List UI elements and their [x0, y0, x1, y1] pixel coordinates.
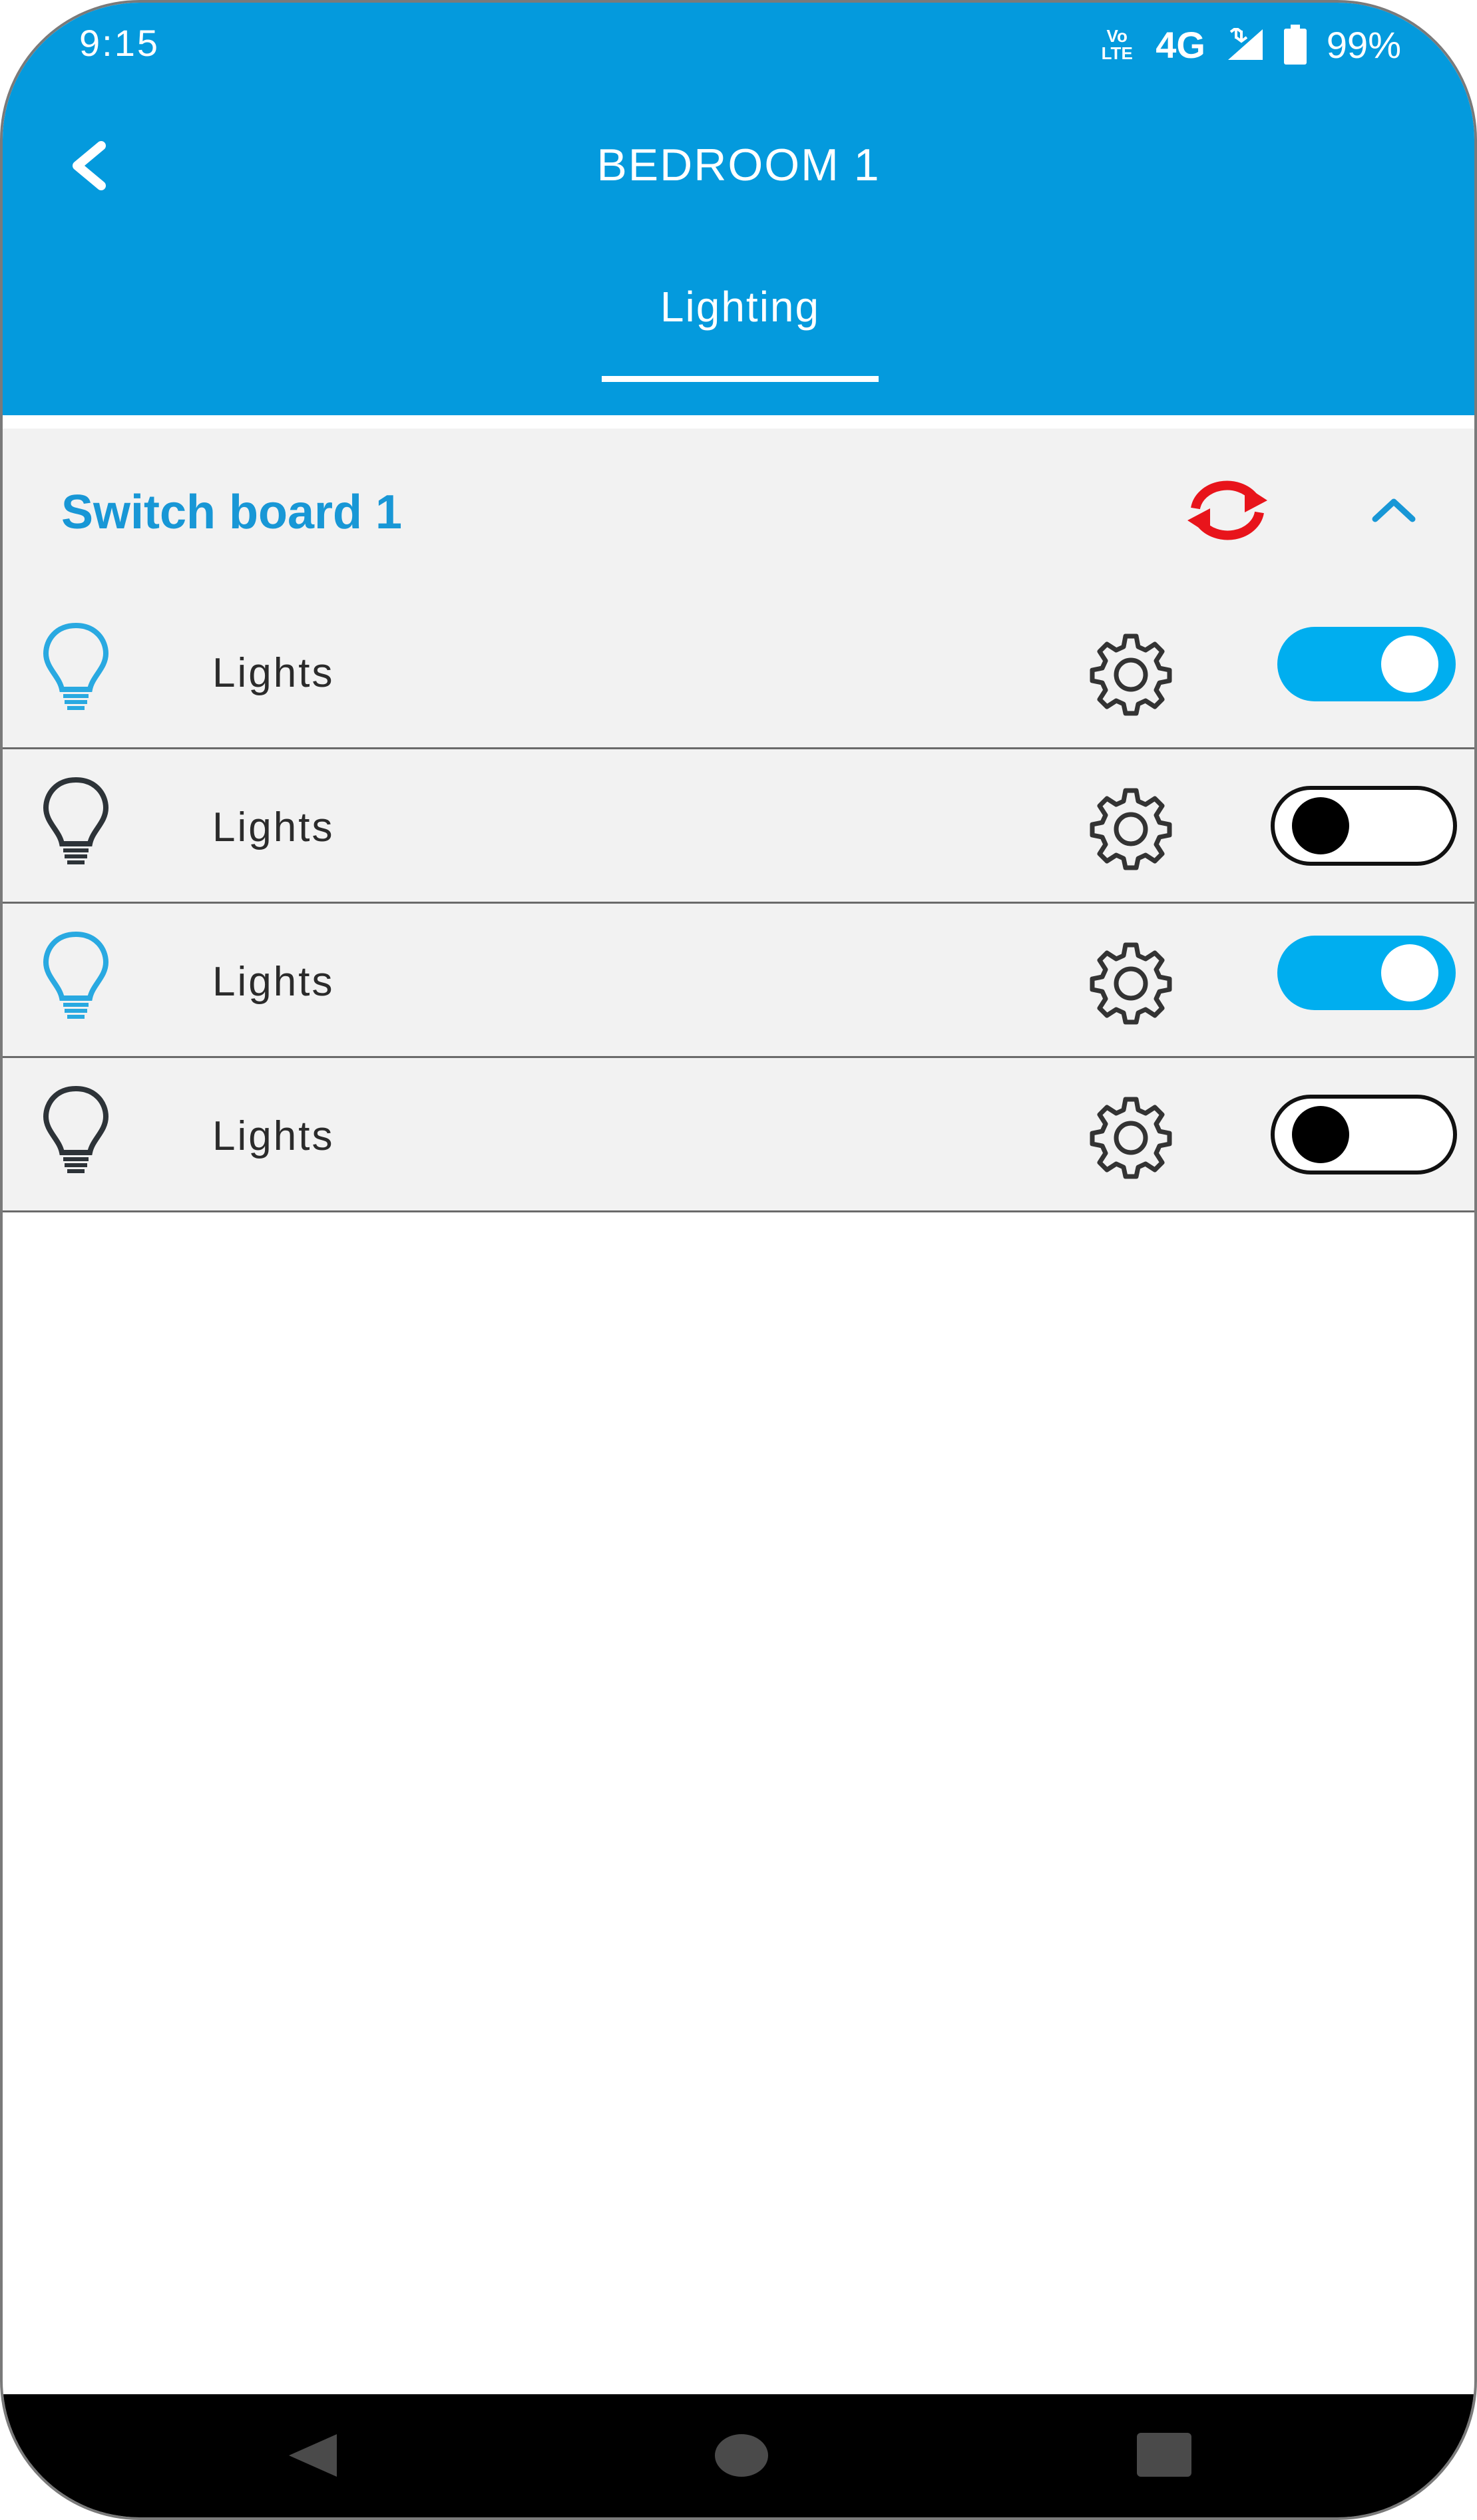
power-toggle[interactable]: [1271, 1095, 1457, 1174]
status-time: 9:15: [79, 22, 160, 64]
system-nav-bar: [3, 2394, 1474, 2517]
switch-row: Lights: [3, 904, 1474, 1058]
page-title: BEDROOM 1: [596, 140, 881, 190]
gear-icon[interactable]: [1084, 627, 1177, 720]
power-toggle[interactable]: [1271, 786, 1457, 866]
app-bar: 9:15 Vo LTE 4G 99% BEDROOM 1 Lighting: [3, 3, 1474, 415]
power-toggle[interactable]: [1277, 627, 1456, 701]
bulb-icon: [43, 622, 109, 710]
battery-icon: [1283, 25, 1307, 65]
switch-label: Lights: [212, 650, 335, 696]
switch-board-header: Switch board 1: [3, 429, 1474, 595]
battery-percent: 99%: [1326, 23, 1401, 66]
back-triangle-icon[interactable]: [282, 2429, 342, 2482]
toggle-knob: [1381, 635, 1438, 693]
tab-lighting[interactable]: Lighting: [602, 282, 879, 382]
gear-icon[interactable]: [1084, 1090, 1177, 1183]
switch-label: Lights: [212, 959, 335, 1005]
phone-screen: 9:15 Vo LTE 4G 99% BEDROOM 1 Lighting Sw…: [0, 0, 1477, 2520]
switch-row: Lights: [3, 749, 1474, 904]
chevron-up-icon: [1372, 498, 1416, 522]
bulb-icon: [43, 1085, 109, 1173]
switch-label: Lights: [212, 805, 335, 850]
toggle-knob: [1292, 797, 1349, 854]
gear-icon[interactable]: [1084, 936, 1177, 1029]
switch-board-title: Switch board 1: [61, 486, 403, 539]
recents-square-icon[interactable]: [1134, 2429, 1194, 2482]
status-bar: 9:15 Vo LTE 4G 99%: [3, 3, 1474, 89]
bulb-icon: [43, 777, 109, 864]
switch-label: Lights: [212, 1113, 335, 1159]
main-content: Switch board 1 Lights Lights Lights Ligh…: [3, 415, 1474, 1212]
tab-label: Lighting: [660, 283, 821, 331]
tab-active-indicator: [602, 376, 879, 382]
network-type: 4G: [1156, 23, 1205, 66]
status-icons: Vo LTE 4G 99%: [1097, 21, 1401, 68]
refresh-button[interactable]: [1181, 474, 1274, 547]
toggle-knob: [1292, 1106, 1349, 1163]
toggle-knob: [1381, 944, 1438, 1001]
gear-icon[interactable]: [1084, 781, 1177, 874]
bulb-icon: [43, 931, 109, 1019]
volte-icon: Vo LTE: [1101, 26, 1133, 63]
collapse-button[interactable]: [1367, 487, 1420, 534]
switch-row: Lights: [3, 1058, 1474, 1212]
refresh-icon: [1187, 480, 1267, 540]
switch-row: Lights: [3, 595, 1474, 749]
signal-icon: [1227, 28, 1263, 60]
power-toggle[interactable]: [1277, 936, 1456, 1010]
home-circle-icon[interactable]: [714, 2429, 769, 2482]
